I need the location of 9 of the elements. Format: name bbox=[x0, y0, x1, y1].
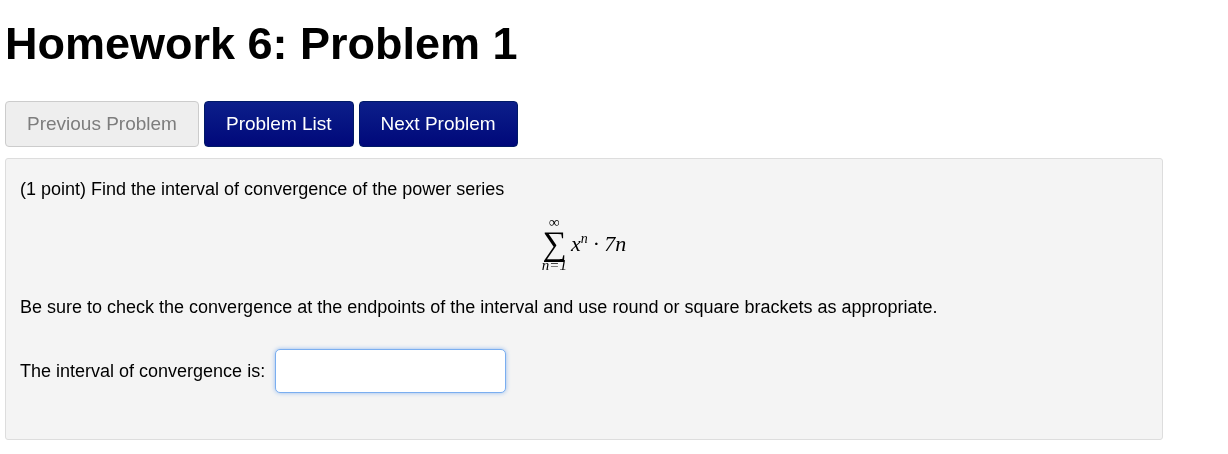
answer-field[interactable] bbox=[275, 349, 507, 393]
answer-label: The interval of convergence is: bbox=[20, 360, 266, 383]
problem-intro: (1 point) Find the interval of convergence of the power series bbox=[20, 178, 506, 201]
page-title: Homework 6: Problem 1 bbox=[5, 18, 519, 70]
nav-button[interactable]: Next Problem bbox=[358, 101, 518, 147]
problem-instructions: Be sure to check the convergence at the endpoints of the interval and use round or square brackets as appropriate. bbox=[20, 296, 939, 319]
nav-button[interactable]: Problem List bbox=[203, 101, 354, 147]
sum-upper-limit: ∞ bbox=[549, 215, 560, 230]
series-term: x$^{n}$ · 7n bbox=[570, 230, 627, 258]
